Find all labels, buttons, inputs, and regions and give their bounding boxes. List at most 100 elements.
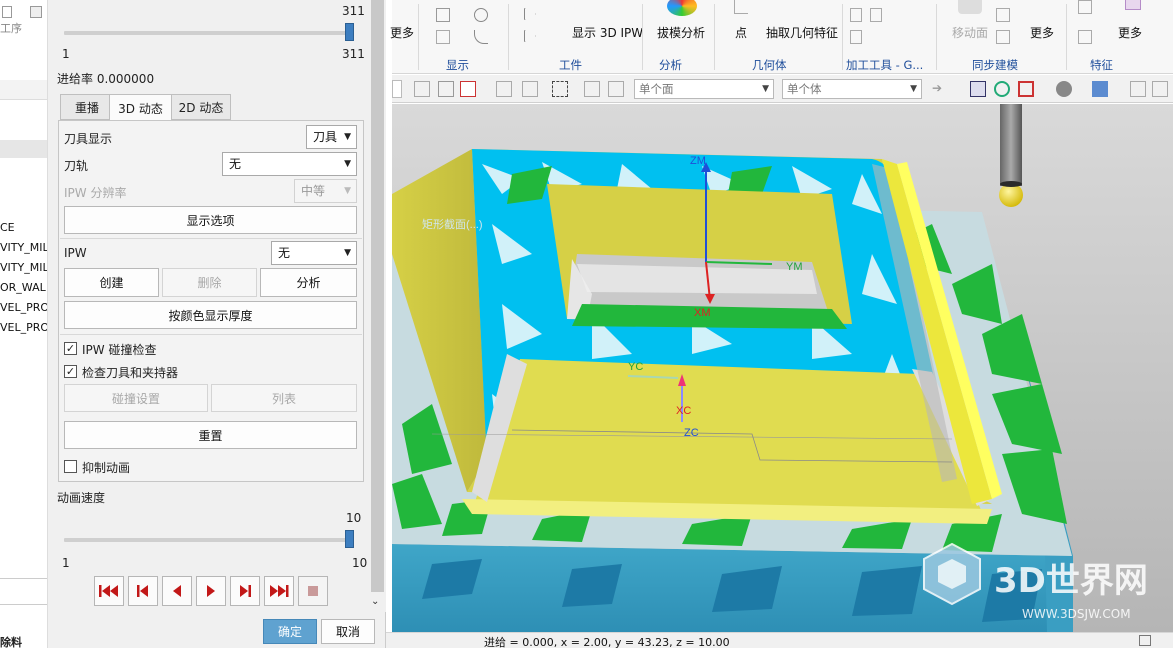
face-icon[interactable] xyxy=(996,8,1010,22)
axis-label-ym: YM xyxy=(786,261,803,273)
move-face-icon[interactable] xyxy=(958,0,982,14)
play-reverse-button[interactable] xyxy=(162,576,192,606)
collision-settings-button[interactable]: 碰撞设置 xyxy=(64,384,208,412)
list-item[interactable]: VITY_MIL xyxy=(0,238,47,258)
refresh-icon[interactable] xyxy=(994,81,1010,97)
tool-display-select[interactable]: 刀具 ▼ xyxy=(306,125,357,149)
settings-icon[interactable] xyxy=(1152,81,1168,97)
play-button[interactable] xyxy=(196,576,226,606)
view-icon[interactable] xyxy=(608,81,624,97)
selection-scope-icon[interactable] xyxy=(460,81,476,97)
feature-icon[interactable] xyxy=(1078,0,1092,14)
arrow-icon[interactable] xyxy=(524,8,536,20)
step-forward-icon xyxy=(240,585,251,597)
divider xyxy=(508,4,509,70)
face-icon[interactable] xyxy=(996,30,1010,44)
dialog-scrollbar-thumb[interactable] xyxy=(371,0,384,592)
frame-slider-track[interactable] xyxy=(64,31,354,35)
axis-label-zm: ZM xyxy=(690,155,706,167)
snap-icon[interactable] xyxy=(414,81,430,97)
point-icon[interactable] xyxy=(734,0,748,14)
suppress-animation-checkbox[interactable] xyxy=(64,460,77,473)
feature-icon[interactable] xyxy=(1125,0,1141,10)
delete-button[interactable]: 删除 xyxy=(162,268,257,297)
show-3d-ipw-button[interactable]: 显示 3D IPW xyxy=(572,24,643,41)
arrow-right-icon[interactable]: ➔ xyxy=(932,81,948,97)
select-icon[interactable] xyxy=(438,81,454,97)
simulation-dialog: 311 1 311 进给率 0.000000 重播 3D 动态 2D 动态 刀具… xyxy=(48,0,386,648)
body-rule-select[interactable]: 单个体 ▼ xyxy=(782,79,922,99)
more-label[interactable]: 更多 xyxy=(390,24,414,41)
sheet-icon[interactable] xyxy=(436,8,450,22)
snap-point-icon[interactable] xyxy=(496,81,512,97)
step-back-button[interactable] xyxy=(128,576,158,606)
more-button[interactable]: 更多 xyxy=(1030,24,1054,41)
color-thickness-button[interactable]: 按颜色显示厚度 xyxy=(64,301,357,329)
fit-view-icon[interactable] xyxy=(970,81,986,97)
button-label: 分析 xyxy=(296,276,321,290)
list-item[interactable]: CE xyxy=(0,218,47,238)
speed-slider-track[interactable] xyxy=(64,538,354,542)
face-rule-select[interactable]: 单个面 ▼ xyxy=(634,79,774,99)
list-item[interactable]: VEL_PRO xyxy=(0,318,47,338)
toolpath-select[interactable]: 无 ▼ xyxy=(222,152,357,176)
step-forward-button[interactable] xyxy=(230,576,260,606)
list-item[interactable]: VEL_PRO xyxy=(0,298,47,318)
speed-slider-thumb[interactable] xyxy=(345,530,354,548)
ipw-select[interactable]: 无 ▼ xyxy=(271,241,357,265)
nav-icon[interactable] xyxy=(30,6,42,18)
button-label: 确定 xyxy=(277,625,302,639)
view-icon[interactable] xyxy=(584,81,600,97)
play-icon xyxy=(207,585,215,597)
orient-view-icon[interactable] xyxy=(1018,81,1034,97)
ipw-resolution-select[interactable]: 中等 ▼ xyxy=(294,179,357,203)
layer-icon[interactable] xyxy=(1130,81,1146,97)
button-label: 重置 xyxy=(198,428,223,443)
more-button[interactable]: 更多 xyxy=(1118,24,1142,41)
analyze-button[interactable]: 分析 xyxy=(260,268,357,297)
stop-button[interactable] xyxy=(298,576,328,606)
window-icon[interactable] xyxy=(1139,635,1151,646)
tab-2d-dynamic[interactable]: 2D 动态 xyxy=(171,94,231,120)
nav-icon[interactable] xyxy=(2,6,12,18)
tool-icon[interactable] xyxy=(850,8,862,22)
point-icon[interactable] xyxy=(474,8,488,22)
fast-forward-to-end-button[interactable] xyxy=(264,576,294,606)
tool-icon[interactable] xyxy=(850,30,862,44)
display-options-button[interactable]: 显示选项 xyxy=(64,206,357,234)
ok-button[interactable]: 确定 xyxy=(263,619,317,644)
stop-icon xyxy=(308,586,318,596)
point-button[interactable]: 点 xyxy=(735,24,747,41)
tool-icon[interactable] xyxy=(870,8,882,22)
move-face-button[interactable]: 移动面 xyxy=(952,24,988,41)
graphics-viewport[interactable]: ZM YM XM YC XC ZC 矩形截面(...) 3D世界网 WWW.3D… xyxy=(392,104,1173,632)
check-holder-checkbox[interactable]: ✓ xyxy=(64,365,77,378)
check-holder-label: 检查刀具和夹持器 xyxy=(82,366,179,380)
snap-point-icon[interactable] xyxy=(522,81,538,97)
cancel-button[interactable]: 取消 xyxy=(321,619,375,644)
reset-button[interactable]: 重置 xyxy=(64,421,357,449)
tool-display-label: 刀具显示 xyxy=(64,132,113,146)
extract-geometry-button[interactable]: 抽取几何特征 xyxy=(766,24,838,41)
arrow-icon[interactable] xyxy=(524,30,536,42)
render-style-icon[interactable] xyxy=(1056,81,1072,97)
tab-3d-dynamic[interactable]: 3D 动态 xyxy=(109,94,172,121)
curve-icon[interactable] xyxy=(474,30,488,44)
draft-analysis-icon[interactable] xyxy=(667,0,697,16)
filter-dropdown[interactable] xyxy=(392,80,402,98)
cube-icon[interactable] xyxy=(1092,81,1108,97)
tab-replay[interactable]: 重播 xyxy=(60,94,114,120)
scroll-down-icon[interactable]: ⌄ xyxy=(371,596,379,607)
ipw-collision-checkbox[interactable]: ✓ xyxy=(64,342,77,355)
rectangle-select-icon[interactable] xyxy=(552,81,568,97)
feature-icon[interactable] xyxy=(1078,30,1092,44)
divider xyxy=(714,4,715,70)
rewind-to-start-button[interactable] xyxy=(94,576,124,606)
list-button[interactable]: 列表 xyxy=(211,384,357,412)
list-item[interactable]: OR_WAL xyxy=(0,278,47,298)
frame-slider-thumb[interactable] xyxy=(345,23,354,41)
create-button[interactable]: 创建 xyxy=(64,268,159,297)
layer-icon[interactable] xyxy=(436,30,450,44)
list-item[interactable]: VITY_MIL xyxy=(0,258,47,278)
draft-analysis-button[interactable]: 拔模分析 xyxy=(657,24,705,41)
